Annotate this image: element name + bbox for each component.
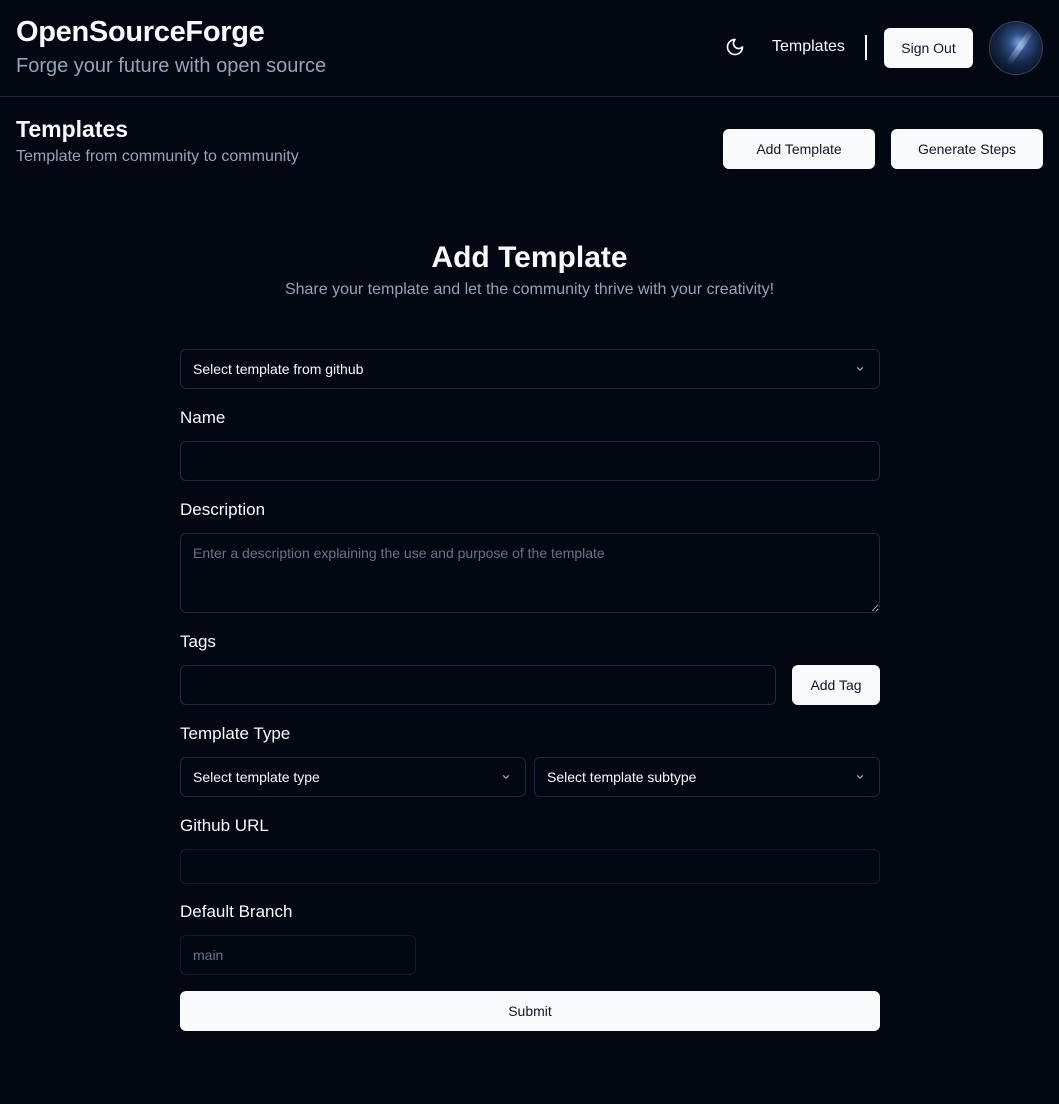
moon-icon (726, 38, 744, 56)
github-template-select[interactable]: Select template from github (180, 349, 880, 389)
template-subtype-select[interactable]: Select template subtype (534, 757, 880, 797)
default-branch-input[interactable] (180, 935, 416, 975)
template-type-select-value: Select template type (193, 769, 320, 785)
avatar[interactable] (989, 21, 1043, 75)
avatar-image (1006, 28, 1034, 66)
github-template-select-value: Select template from github (193, 361, 364, 377)
template-type-select[interactable]: Select template type (180, 757, 526, 797)
submit-button[interactable]: Submit (180, 991, 880, 1031)
chevron-down-icon (856, 775, 864, 779)
tags-input[interactable] (180, 665, 776, 705)
github-url-input[interactable] (180, 849, 880, 884)
generate-steps-button[interactable]: Generate Steps (891, 129, 1043, 169)
tags-label: Tags (180, 632, 216, 651)
page-subtitle: Template from community to community (16, 148, 299, 165)
description-label: Description (180, 500, 266, 519)
chevron-down-icon (856, 367, 864, 371)
app-header: OpenSourceForge Forge your future with o… (0, 0, 1059, 97)
theme-toggle-button[interactable] (722, 34, 748, 60)
nav-divider (865, 35, 867, 60)
page-title: Templates (16, 116, 129, 142)
template-type-label: Template Type (180, 724, 291, 743)
template-subtype-select-value: Select template subtype (547, 769, 697, 785)
brand-subtitle: Forge your future with open source (16, 55, 327, 77)
default-branch-label: Default Branch (180, 902, 293, 921)
add-tag-button[interactable]: Add Tag (792, 665, 880, 705)
sign-out-button[interactable]: Sign Out (884, 28, 973, 68)
add-template-button[interactable]: Add Template (723, 129, 875, 169)
description-textarea[interactable] (180, 533, 880, 613)
chevron-down-icon (502, 775, 510, 779)
github-url-label: Github URL (180, 816, 269, 835)
form-title: Add Template (431, 241, 628, 274)
nav-link-templates[interactable]: Templates (772, 38, 845, 56)
name-input[interactable] (180, 441, 880, 481)
brand-title[interactable]: OpenSourceForge (16, 16, 265, 49)
form-subtitle: Share your template and let the communit… (284, 281, 775, 298)
name-label: Name (180, 408, 226, 427)
